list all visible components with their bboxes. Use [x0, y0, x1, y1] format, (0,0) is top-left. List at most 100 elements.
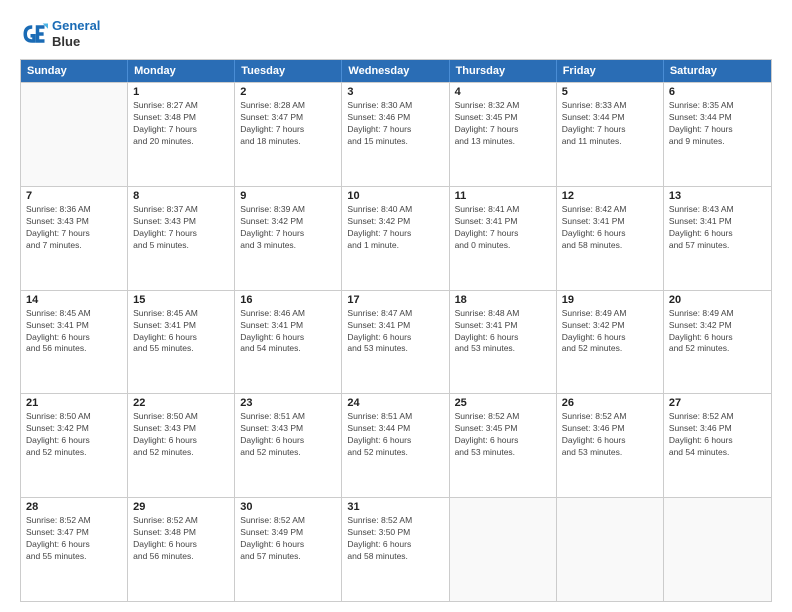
day-number: 19	[562, 294, 658, 306]
cell-info-line: and 5 minutes.	[133, 240, 229, 252]
cell-info-line: Sunset: 3:42 PM	[240, 216, 336, 228]
cell-info-line: and 53 minutes.	[455, 343, 551, 355]
calendar-cell: 22Sunrise: 8:50 AMSunset: 3:43 PMDayligh…	[128, 394, 235, 497]
cell-info-line: Daylight: 6 hours	[347, 435, 443, 447]
cell-info-line: Daylight: 6 hours	[669, 228, 766, 240]
calendar-row-3: 21Sunrise: 8:50 AMSunset: 3:42 PMDayligh…	[21, 393, 771, 497]
cell-info-line: Sunrise: 8:46 AM	[240, 308, 336, 320]
logo-icon	[20, 20, 48, 48]
calendar-cell: 5Sunrise: 8:33 AMSunset: 3:44 PMDaylight…	[557, 83, 664, 186]
day-header-friday: Friday	[557, 60, 664, 82]
cell-info-line: Sunset: 3:41 PM	[26, 320, 122, 332]
day-number: 8	[133, 190, 229, 202]
calendar-cell: 11Sunrise: 8:41 AMSunset: 3:41 PMDayligh…	[450, 187, 557, 290]
cell-info-line: Sunrise: 8:48 AM	[455, 308, 551, 320]
cell-info-line: Sunset: 3:42 PM	[26, 423, 122, 435]
cell-info-line: Sunrise: 8:47 AM	[347, 308, 443, 320]
calendar-cell: 2Sunrise: 8:28 AMSunset: 3:47 PMDaylight…	[235, 83, 342, 186]
day-number: 15	[133, 294, 229, 306]
cell-info-line: Daylight: 7 hours	[562, 124, 658, 136]
day-number: 26	[562, 397, 658, 409]
cell-info-line: Sunset: 3:43 PM	[133, 423, 229, 435]
cell-info-line: Sunrise: 8:51 AM	[240, 411, 336, 423]
cell-info-line: Daylight: 7 hours	[240, 124, 336, 136]
cell-info-line: Sunset: 3:47 PM	[240, 112, 336, 124]
calendar-cell	[664, 498, 771, 601]
cell-info-line: Sunrise: 8:45 AM	[133, 308, 229, 320]
cell-info-line: Sunrise: 8:52 AM	[562, 411, 658, 423]
calendar-cell: 7Sunrise: 8:36 AMSunset: 3:43 PMDaylight…	[21, 187, 128, 290]
cell-info-line: Sunset: 3:41 PM	[240, 320, 336, 332]
day-number: 10	[347, 190, 443, 202]
cell-info-line: Sunset: 3:43 PM	[26, 216, 122, 228]
cell-info-line: Daylight: 6 hours	[133, 539, 229, 551]
cell-info-line: Daylight: 7 hours	[455, 124, 551, 136]
calendar-cell: 15Sunrise: 8:45 AMSunset: 3:41 PMDayligh…	[128, 291, 235, 394]
day-number: 24	[347, 397, 443, 409]
cell-info-line: Sunset: 3:46 PM	[562, 423, 658, 435]
day-header-tuesday: Tuesday	[235, 60, 342, 82]
cell-info-line: and 1 minute.	[347, 240, 443, 252]
calendar-cell: 26 Sunrise: 8:52 AMSunset: 3:46 PMDayligh…	[557, 394, 664, 497]
header: General Blue	[20, 18, 772, 49]
cell-info-line: Sunrise: 8:52 AM	[347, 515, 443, 527]
cell-info-line: and 18 minutes.	[240, 136, 336, 148]
day-header-wednesday: Wednesday	[342, 60, 449, 82]
cell-info-line: Sunset: 3:44 PM	[347, 423, 443, 435]
logo: General Blue	[20, 18, 100, 49]
cell-info-line: Daylight: 6 hours	[240, 435, 336, 447]
cell-info-line: Sunrise: 8:40 AM	[347, 204, 443, 216]
calendar-cell: 9Sunrise: 8:39 AMSunset: 3:42 PMDaylight…	[235, 187, 342, 290]
calendar-cell: 24 Sunrise: 8:51 AMSunset: 3:44 PMDayligh…	[342, 394, 449, 497]
day-number: 20	[669, 294, 766, 306]
cell-info-line: and 52 minutes.	[240, 447, 336, 459]
day-number: 11	[455, 190, 551, 202]
cell-info-line: Sunrise: 8:51 AM	[347, 411, 443, 423]
cell-info-line: and 7 minutes.	[26, 240, 122, 252]
day-number: 6	[669, 86, 766, 98]
cell-info-line: Daylight: 7 hours	[26, 228, 122, 240]
cell-info-line: Daylight: 6 hours	[240, 539, 336, 551]
cell-info-line: Sunset: 3:47 PM	[26, 527, 122, 539]
calendar-cell: 8Sunrise: 8:37 AMSunset: 3:43 PMDaylight…	[128, 187, 235, 290]
cell-info-line: Sunrise: 8:36 AM	[26, 204, 122, 216]
cell-info-line: and 15 minutes.	[347, 136, 443, 148]
calendar-cell: 6Sunrise: 8:35 AMSunset: 3:44 PMDaylight…	[664, 83, 771, 186]
cell-info-line: and 9 minutes.	[669, 136, 766, 148]
cell-info-line: Daylight: 7 hours	[133, 124, 229, 136]
cell-info-line: and 57 minutes.	[240, 551, 336, 563]
day-number: 4	[455, 86, 551, 98]
cell-info-line: Daylight: 7 hours	[347, 124, 443, 136]
cell-info-line: and 52 minutes.	[133, 447, 229, 459]
cell-info-line: and 0 minutes.	[455, 240, 551, 252]
cell-info-line: and 20 minutes.	[133, 136, 229, 148]
cell-info-line: and 58 minutes.	[347, 551, 443, 563]
cell-info-line: Sunset: 3:46 PM	[347, 112, 443, 124]
calendar-cell: 19Sunrise: 8:49 AMSunset: 3:42 PMDayligh…	[557, 291, 664, 394]
cell-info-line: Sunset: 3:48 PM	[133, 112, 229, 124]
cell-info-line: and 52 minutes.	[26, 447, 122, 459]
day-number: 27	[669, 397, 766, 409]
cell-info-line: Sunset: 3:44 PM	[562, 112, 658, 124]
cell-info-line: Daylight: 6 hours	[562, 332, 658, 344]
cell-info-line: Daylight: 6 hours	[240, 332, 336, 344]
calendar-cell: 10Sunrise: 8:40 AMSunset: 3:42 PMDayligh…	[342, 187, 449, 290]
day-number: 3	[347, 86, 443, 98]
cell-info-line: Daylight: 6 hours	[347, 332, 443, 344]
cell-info-line: Sunrise: 8:43 AM	[669, 204, 766, 216]
cell-info-line: Daylight: 6 hours	[455, 435, 551, 447]
day-header-sunday: Sunday	[21, 60, 128, 82]
cell-info-line: and 11 minutes.	[562, 136, 658, 148]
day-number: 1	[133, 86, 229, 98]
day-number: 12	[562, 190, 658, 202]
day-number: 17	[347, 294, 443, 306]
calendar-cell: 16Sunrise: 8:46 AMSunset: 3:41 PMDayligh…	[235, 291, 342, 394]
calendar-cell: 25Sunrise: 8:52 AMSunset: 3:45 PMDayligh…	[450, 394, 557, 497]
cell-info-line: Sunset: 3:48 PM	[133, 527, 229, 539]
cell-info-line: Sunrise: 8:45 AM	[26, 308, 122, 320]
cell-info-line: and 56 minutes.	[26, 343, 122, 355]
day-header-monday: Monday	[128, 60, 235, 82]
cell-info-line: Daylight: 6 hours	[562, 435, 658, 447]
cell-info-line: Sunrise: 8:35 AM	[669, 100, 766, 112]
cell-info-line: Sunset: 3:41 PM	[133, 320, 229, 332]
